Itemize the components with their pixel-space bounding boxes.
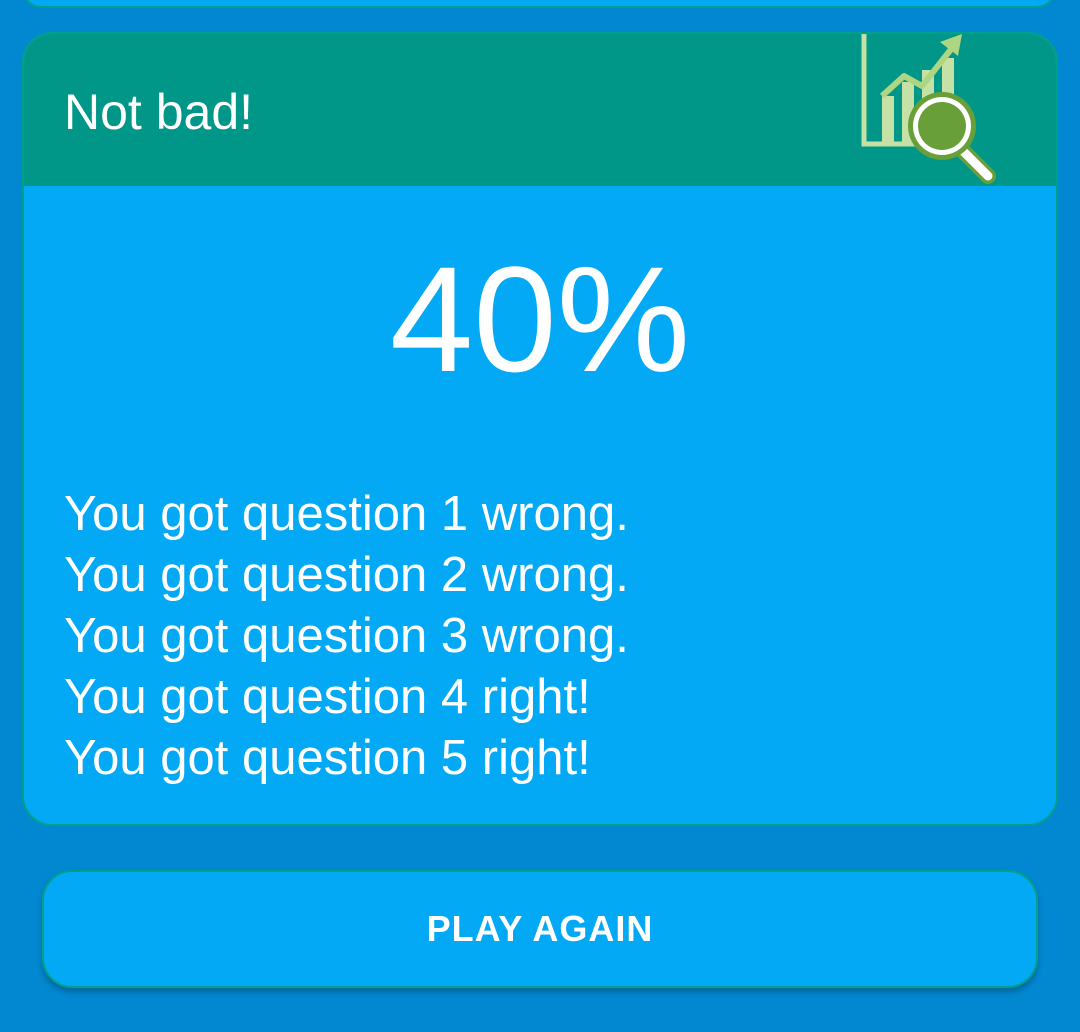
chart-magnifier-icon — [861, 34, 996, 184]
play-again-button[interactable]: PLAY AGAIN — [42, 870, 1038, 988]
result-header: Not bad! — [24, 34, 1056, 186]
list-item: You got question 4 right! — [64, 670, 591, 724]
list-item: You got question 1 wrong. — [64, 487, 629, 541]
list-item: You got question 3 wrong. — [64, 609, 629, 663]
list-item: You got question 5 right! — [64, 731, 591, 785]
list-item: You got question 2 wrong. — [64, 548, 629, 602]
previous-card-edge — [22, 0, 1056, 8]
result-card: Not bad! 40% You got question 1 wrong. Y… — [22, 32, 1058, 826]
result-title: Not bad! — [64, 84, 254, 140]
score-percentage: 40% — [389, 235, 691, 403]
answer-results-list: You got question 1 wrong. You got questi… — [64, 484, 629, 789]
